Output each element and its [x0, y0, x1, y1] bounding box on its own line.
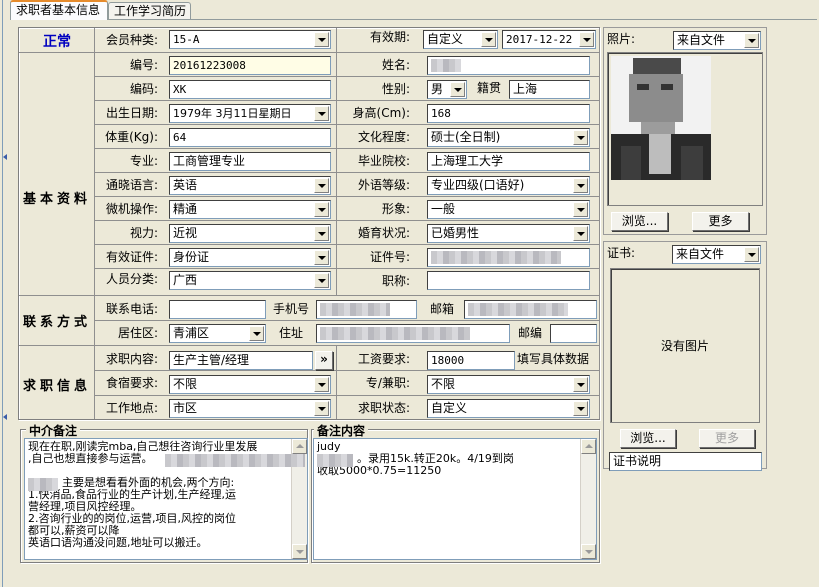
lang-level-label: 外语等级: [357, 178, 410, 192]
member-type-select[interactable]: 15-A [169, 30, 331, 49]
major-label: 专业: [129, 154, 158, 168]
name-field[interactable] [427, 56, 590, 75]
gender-select[interactable]: 男 [427, 80, 467, 99]
salary-label: 工资要求: [357, 352, 410, 366]
vision-label: 视力: [129, 226, 158, 240]
remark-textarea[interactable]: judy 。录用15k.转正20k。4/19到岗 收取5000*0.75=11250 [313, 438, 597, 560]
weight-field[interactable]: 64 [169, 128, 331, 147]
section-job: 求职信息 [22, 379, 91, 394]
vision-select[interactable]: 近视 [169, 224, 331, 243]
tab-work-history[interactable]: 工作学习简历 [108, 2, 191, 20]
education-label: 文化程度: [357, 130, 410, 144]
fulltime-select[interactable]: 不限 [427, 375, 590, 394]
birth-label: 出生日期: [105, 106, 158, 120]
agent-notes-line: 英语口语沟通没问题,地址可以搬迁。 [28, 536, 208, 549]
id-doc-select[interactable]: 身份证 [169, 248, 331, 267]
mobile-field[interactable] [316, 300, 417, 319]
salary-note: 填写具体数据 [517, 352, 590, 366]
food-label: 食宿要求: [105, 376, 158, 390]
person-photo [611, 56, 711, 180]
phone-label: 联系电话: [105, 302, 158, 316]
email-field[interactable] [464, 300, 597, 319]
school-field[interactable]: 上海理工大学 [427, 152, 590, 171]
height-label: 身高(Cm): [352, 106, 410, 120]
code-label: 编码: [129, 82, 158, 96]
native-label: 籍贯 [476, 81, 501, 95]
no-image-text: 没有图片 [660, 339, 709, 353]
agent-notes-textarea[interactable]: 现在在职,刚读完mba,自己想往咨询行业里发展 ,自己也想直接参与运营。 主要是想… [24, 438, 308, 560]
photo-source-select[interactable]: 来自文件 [673, 31, 761, 50]
address-label: 住址 [278, 326, 303, 340]
photo-frame[interactable] [607, 52, 763, 206]
category-label: 人员分类: [105, 272, 158, 286]
validity-label: 有效期: [369, 30, 410, 44]
section-basic: 基本资料 [22, 192, 91, 207]
mobile-label: 手机号 [272, 302, 309, 316]
postcode-label: 邮编 [517, 326, 542, 340]
marriage-label: 婚育状况: [357, 226, 410, 240]
language-label: 通晓语言: [105, 178, 158, 192]
cert-image-frame[interactable]: 没有图片 [610, 268, 760, 423]
title-label: 职称: [381, 274, 410, 288]
marriage-select[interactable]: 已婚男性 [427, 224, 590, 243]
weight-label: 体重(Kg): [105, 130, 158, 144]
email-label: 邮箱 [429, 302, 454, 316]
photo-browse-button[interactable]: 浏览... [611, 212, 668, 231]
computer-select[interactable]: 精通 [169, 200, 331, 219]
id-no-field[interactable] [427, 248, 590, 267]
image-label: 形象: [381, 202, 410, 216]
salary-field[interactable]: 18000 [427, 351, 515, 370]
phone-field[interactable] [169, 300, 266, 319]
language-select[interactable]: 英语 [169, 176, 331, 195]
cert-description-field[interactable]: 证书说明 [609, 452, 762, 471]
native-field[interactable]: 上海 [509, 80, 590, 99]
major-field[interactable]: 工商管理专业 [169, 152, 331, 171]
height-field[interactable]: 168 [427, 104, 590, 123]
agent-notes-title: 中介备注 [26, 422, 81, 439]
location-select[interactable]: 市区 [169, 399, 331, 418]
education-select[interactable]: 硕士(全日制) [427, 128, 590, 147]
title-field[interactable] [427, 271, 590, 290]
category-select[interactable]: 广西 [169, 271, 331, 290]
id-doc-label: 有效证件: [105, 250, 158, 264]
lang-level-select[interactable]: 专业四级(口语好) [427, 176, 590, 195]
name-label: 姓名: [381, 58, 410, 72]
computer-label: 微机操作: [105, 202, 158, 216]
district-select[interactable]: 青浦区 [169, 324, 266, 343]
job-content-label: 求职内容: [105, 352, 158, 366]
cert-more-button[interactable]: 更多 [699, 429, 755, 448]
image-select[interactable]: 一般 [427, 200, 590, 219]
remark-line: 收取5000*0.75=11250 [317, 464, 442, 477]
school-label: 毕业院校: [357, 154, 410, 168]
section-contact: 联系方式 [22, 315, 91, 330]
validity-date-picker[interactable]: 2017-12-22 [502, 30, 596, 49]
code-field[interactable]: XK [169, 80, 331, 99]
location-label: 工作地点: [105, 401, 158, 415]
birth-date-picker[interactable]: 1979年 3月11日星期日 [169, 104, 331, 123]
food-select[interactable]: 不限 [169, 375, 331, 394]
job-status-select[interactable]: 自定义 [427, 399, 590, 418]
number-field[interactable]: 20161223008 [169, 56, 331, 75]
cert-source-select[interactable]: 来自文件 [672, 245, 761, 264]
remark-title: 备注内容 [314, 422, 369, 439]
job-content-expand-button[interactable]: » [315, 351, 333, 370]
photo-more-button[interactable]: 更多 [692, 212, 749, 231]
postcode-field[interactable] [550, 324, 597, 343]
fulltime-label: 专/兼职: [365, 376, 410, 390]
gender-label: 性别: [381, 82, 410, 96]
validity-type-select[interactable]: 自定义 [423, 30, 498, 49]
status-label: 正常 [43, 34, 71, 50]
cert-browse-button[interactable]: 浏览... [620, 429, 676, 448]
address-field[interactable] [316, 324, 510, 343]
number-label: 编号: [129, 58, 158, 72]
tab-basic-info[interactable]: 求职者基本信息 [10, 0, 108, 20]
cert-label: 证书: [607, 246, 636, 260]
job-status-label: 求职状态: [357, 401, 410, 415]
member-type-label: 会员种类: [105, 33, 158, 47]
district-label: 居住区: [117, 326, 158, 340]
job-content-field[interactable]: 生产主管/经理 [169, 351, 313, 370]
id-no-label: 证件号: [369, 250, 410, 264]
photo-label: 照片: [607, 32, 636, 46]
